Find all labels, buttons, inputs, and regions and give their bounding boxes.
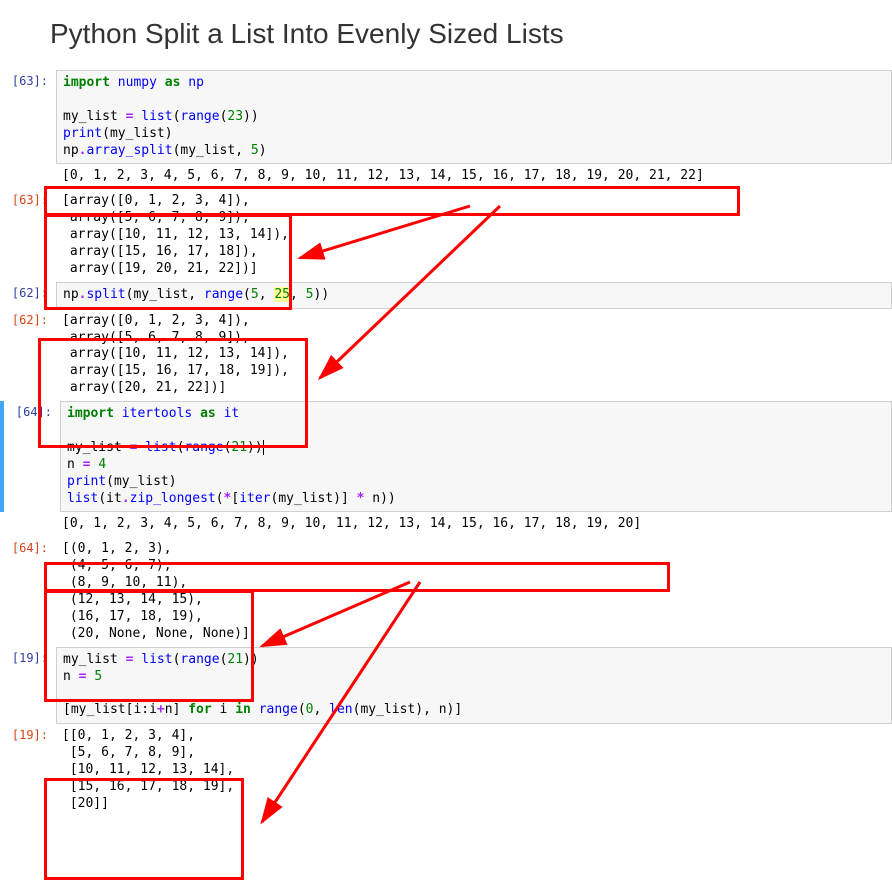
empty-prompt	[0, 164, 56, 189]
output-row: [19]: [[0, 1, 2, 3, 4], [5, 6, 7, 8, 9],…	[0, 724, 892, 816]
output-text: [(0, 1, 2, 3), (4, 5, 6, 7), (8, 9, 10, …	[56, 537, 892, 646]
output-row: [62]: [array([0, 1, 2, 3, 4]), array([5,…	[0, 309, 892, 401]
out-prompt: [64]:	[0, 537, 56, 646]
stdout-text: [0, 1, 2, 3, 4, 5, 6, 7, 8, 9, 10, 11, 1…	[56, 512, 892, 537]
code-text: import numpy as np my_list = list(range(…	[63, 75, 885, 159]
code-cell: [19]: my_list = list(range(21)) n = 5 [m…	[0, 647, 892, 725]
code-input[interactable]: import numpy as np my_list = list(range(…	[56, 70, 892, 164]
code-text: my_list = list(range(21)) n = 5 [my_list…	[63, 652, 885, 720]
output-text: [[0, 1, 2, 3, 4], [5, 6, 7, 8, 9], [10, …	[56, 724, 892, 816]
code-input[interactable]: np.split(my_list, range(5, 25, 5))	[56, 282, 892, 309]
stdout-text: [0, 1, 2, 3, 4, 5, 6, 7, 8, 9, 10, 11, 1…	[56, 164, 892, 189]
code-text: np.split(my_list, range(5, 25, 5))	[63, 287, 885, 304]
code-text: import itertools as it my_list = list(ra…	[67, 406, 885, 507]
output-text: [array([0, 1, 2, 3, 4]), array([5, 6, 7,…	[56, 189, 892, 281]
code-input[interactable]: import itertools as it my_list = list(ra…	[60, 401, 892, 512]
output-text: [array([0, 1, 2, 3, 4]), array([5, 6, 7,…	[56, 309, 892, 401]
out-prompt: [63]:	[0, 189, 56, 281]
output-row: [63]: [array([0, 1, 2, 3, 4]), array([5,…	[0, 189, 892, 281]
out-prompt: [62]:	[0, 309, 56, 401]
out-prompt: [19]:	[0, 724, 56, 816]
notebook-container: Python Split a List Into Evenly Sized Li…	[0, 18, 892, 817]
empty-prompt	[0, 512, 56, 537]
output-row: [64]: [(0, 1, 2, 3), (4, 5, 6, 7), (8, 9…	[0, 537, 892, 646]
code-input[interactable]: my_list = list(range(21)) n = 5 [my_list…	[56, 647, 892, 725]
page-title: Python Split a List Into Evenly Sized Li…	[50, 18, 892, 50]
code-cell-selected: [64]: import itertools as it my_list = l…	[0, 401, 892, 512]
code-cell: [63]: import numpy as np my_list = list(…	[0, 70, 892, 164]
in-prompt: [63]:	[0, 70, 56, 164]
stdout-row: [0, 1, 2, 3, 4, 5, 6, 7, 8, 9, 10, 11, 1…	[0, 164, 892, 189]
code-cell: [62]: np.split(my_list, range(5, 25, 5))	[0, 282, 892, 309]
in-prompt: [64]:	[4, 401, 60, 512]
in-prompt: [62]:	[0, 282, 56, 309]
stdout-row: [0, 1, 2, 3, 4, 5, 6, 7, 8, 9, 10, 11, 1…	[0, 512, 892, 537]
in-prompt: [19]:	[0, 647, 56, 725]
